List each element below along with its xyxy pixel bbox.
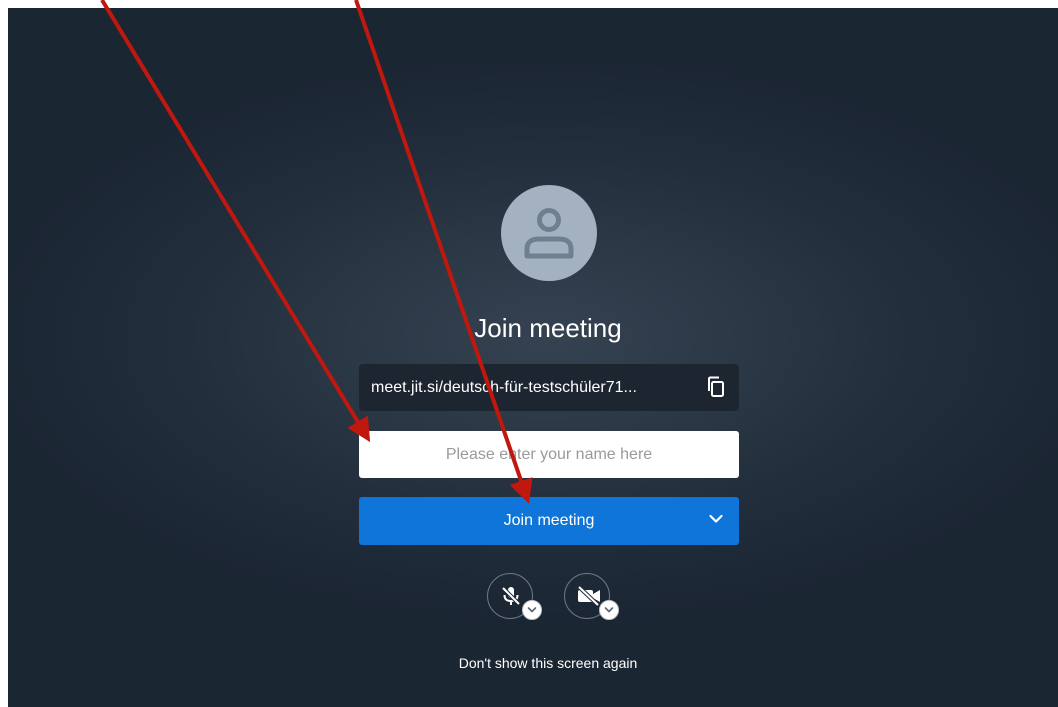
join-meeting-label: Join meeting — [503, 512, 595, 529]
copy-icon[interactable] — [707, 376, 725, 398]
user-avatar — [501, 185, 597, 281]
chevron-down-icon — [527, 607, 537, 613]
chevron-down-icon — [604, 607, 614, 613]
user-avatar-icon — [524, 208, 574, 259]
page-title: Join meeting — [474, 313, 622, 343]
meeting-url-text: meet.jit.si/deutsch-für-testschüler71... — [371, 379, 637, 396]
chevron-down-icon[interactable] — [709, 514, 723, 524]
camera-options-button[interactable] — [599, 600, 619, 620]
display-name-input[interactable] — [359, 431, 739, 478]
join-meeting-button[interactable]: Join meeting — [359, 497, 739, 545]
dont-show-again-link[interactable]: Don't show this screen again — [348, 653, 748, 673]
meeting-url-box: meet.jit.si/deutsch-für-testschüler71... — [359, 364, 739, 411]
camera-off-icon — [577, 585, 600, 607]
camera-toggle-button[interactable] — [564, 573, 619, 620]
microphone-toggle-button[interactable] — [487, 573, 542, 620]
prejoin-screen: Join meeting meet.jit.si/deutsch-für-tes… — [8, 8, 1058, 707]
microphone-off-icon — [501, 586, 521, 606]
microphone-options-button[interactable] — [522, 600, 542, 620]
